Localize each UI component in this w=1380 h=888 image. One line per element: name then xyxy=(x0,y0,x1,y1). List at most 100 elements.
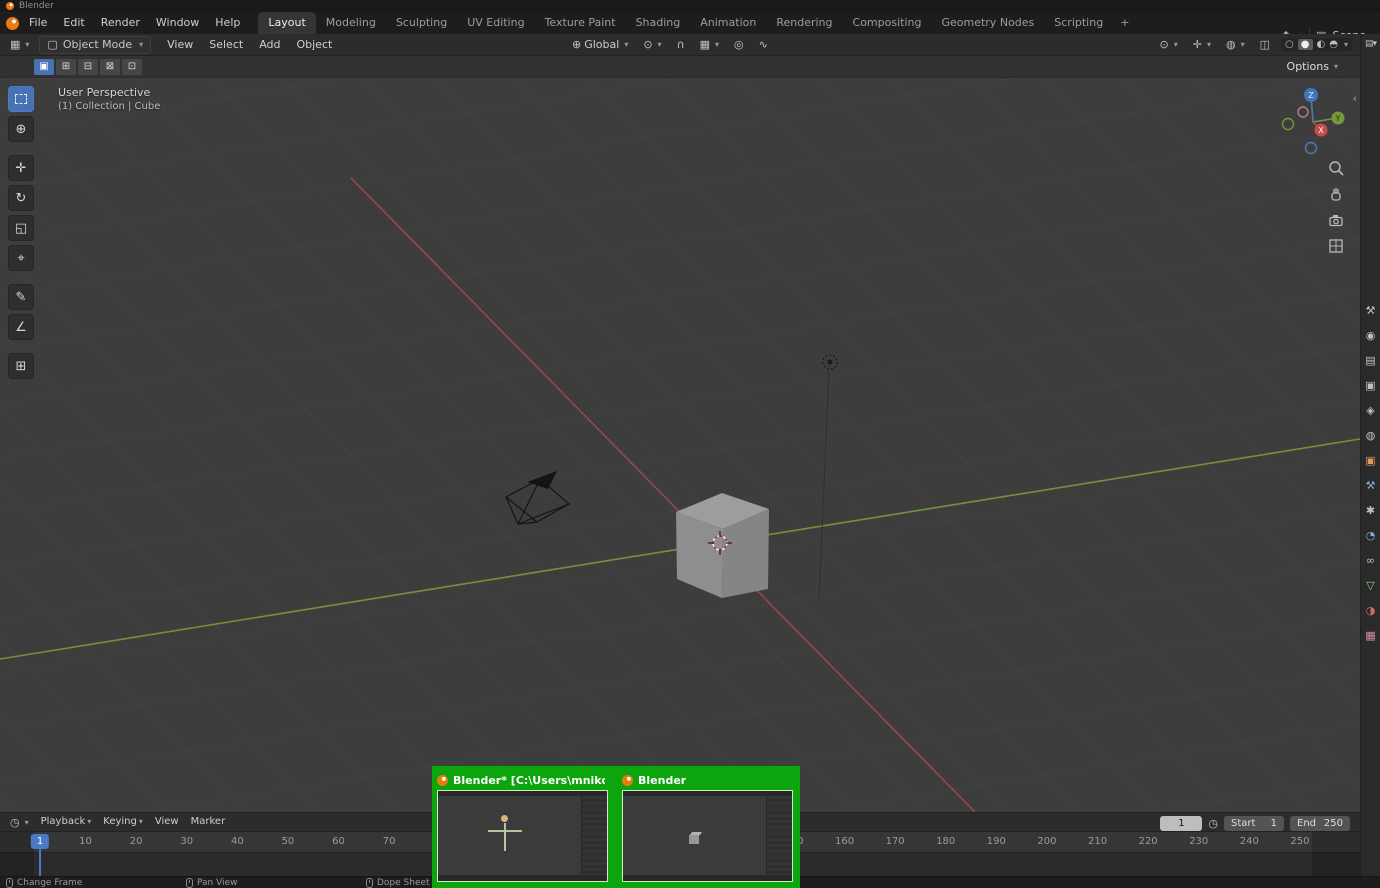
viewport-menu-select[interactable]: Select xyxy=(201,34,251,56)
tool-scale-button[interactable]: ◱ xyxy=(8,215,34,241)
properties-editor-strip[interactable]: ▤▾ ⚒ ◉ ▤ ▣ ◈ ◍ ▣ ⚒ ✱ ◔ ∞ ▽ ◑ ▦ xyxy=(1360,34,1380,876)
zoom-icon[interactable] xyxy=(1325,157,1347,179)
snap-toggle[interactable]: ∩ xyxy=(673,36,689,54)
proportional-editing-toggle[interactable]: ◎ xyxy=(730,36,748,54)
select-mode-set-button[interactable]: ▣ xyxy=(34,59,54,75)
taskbar-preview-thumbnail[interactable] xyxy=(437,790,608,882)
menu-help[interactable]: Help xyxy=(207,16,248,29)
properties-tab-physics[interactable]: ◔ xyxy=(1366,529,1376,542)
camera-object[interactable] xyxy=(506,471,569,524)
tool-move-button[interactable]: ✛ xyxy=(8,155,34,181)
workspace-tab-animation[interactable]: Animation xyxy=(690,12,766,34)
workspace-tab-rendering[interactable]: Rendering xyxy=(766,12,842,34)
region-collapse-arrow[interactable]: ‹ xyxy=(1353,92,1357,105)
viewport-menu-object[interactable]: Object xyxy=(288,34,340,56)
shading-solid-button[interactable]: ● xyxy=(1298,39,1313,50)
properties-tab-render[interactable]: ◉ xyxy=(1366,329,1376,342)
properties-tab-output[interactable]: ▤ xyxy=(1365,354,1375,367)
visibility-dropdown[interactable]: ⊙ ▾ xyxy=(1156,36,1182,54)
axis-x-negative[interactable] xyxy=(1298,107,1308,117)
workspace-tab-shading[interactable]: Shading xyxy=(626,12,691,34)
select-mode-extend-button[interactable]: ⊞ xyxy=(56,59,76,75)
workspace-tab-scripting[interactable]: Scripting xyxy=(1044,12,1113,34)
timeline-editor-type-dropdown[interactable]: ◷ ▾ xyxy=(6,813,33,831)
options-dropdown[interactable]: Options ▾ xyxy=(1287,60,1338,73)
blender-menu-icon[interactable] xyxy=(6,17,19,30)
timeline-menu-playback[interactable]: Playback▾ xyxy=(35,812,98,832)
properties-tab-modifiers[interactable]: ⚒ xyxy=(1366,479,1376,492)
auto-keying-clock-icon[interactable]: ◷ xyxy=(1208,817,1218,830)
workspace-tab-texture-paint[interactable]: Texture Paint xyxy=(535,12,626,34)
tool-add-cube-button[interactable]: ⊞ xyxy=(8,353,34,379)
properties-tab-world[interactable]: ◍ xyxy=(1366,429,1376,442)
workspace-tab-sculpting[interactable]: Sculpting xyxy=(386,12,457,34)
properties-tab-material[interactable]: ◑ xyxy=(1366,604,1376,617)
properties-editor-icon[interactable]: ▤▾ xyxy=(1361,39,1380,49)
pan-hand-icon[interactable] xyxy=(1325,183,1347,205)
playhead-frame-indicator[interactable]: 1 xyxy=(31,834,49,849)
workspace-tab-layout[interactable]: Layout xyxy=(258,12,315,34)
viewport-menu-add[interactable]: Add xyxy=(251,34,288,56)
navigation-gizmo[interactable]: Z Y X xyxy=(1280,86,1346,156)
tool-select-box-button[interactable] xyxy=(8,86,34,112)
chevron-down-icon[interactable]: ▾ xyxy=(1344,40,1348,49)
timeline-menu-keying[interactable]: Keying▾ xyxy=(97,812,149,832)
properties-tab-object-data[interactable]: ▽ xyxy=(1366,579,1374,592)
properties-tab-view-layer[interactable]: ▣ xyxy=(1365,379,1375,392)
menu-edit[interactable]: Edit xyxy=(55,16,92,29)
taskbar-preview-popup[interactable]: Blender* [C:\Users\mniko\Dow...Blender xyxy=(432,766,800,888)
shading-material-button[interactable]: ◐ xyxy=(1317,39,1326,50)
viewport-3d[interactable]: User Perspective (1) Collection | Cube ⊕… xyxy=(0,78,1360,812)
taskbar-preview-card[interactable]: Blender* [C:\Users\mniko\Dow... xyxy=(437,772,609,884)
properties-tab-texture[interactable]: ▦ xyxy=(1365,629,1375,642)
playhead-line[interactable] xyxy=(39,849,41,876)
viewport-canvas[interactable] xyxy=(0,78,1360,812)
add-workspace-button[interactable]: + xyxy=(1113,12,1136,34)
gizmos-dropdown[interactable]: ✛ ▾ xyxy=(1189,36,1215,54)
proportional-falloff-dropdown[interactable]: ∿ xyxy=(755,36,772,54)
transform-orientation-dropdown[interactable]: ⊕ Global ▾ xyxy=(568,36,632,54)
ruler-tick-180: 180 xyxy=(936,836,955,847)
shading-wireframe-button[interactable]: ○ xyxy=(1285,39,1294,50)
snap-settings-dropdown[interactable]: ▦ ▾ xyxy=(696,36,723,54)
shading-rendered-button[interactable]: ◓ xyxy=(1329,39,1338,50)
frame-start-field[interactable]: Start 1 xyxy=(1224,816,1284,831)
workspace-tab-compositing[interactable]: Compositing xyxy=(843,12,932,34)
workspace-tab-uv-editing[interactable]: UV Editing xyxy=(457,12,534,34)
properties-tab-tool[interactable]: ⚒ xyxy=(1366,304,1376,317)
taskbar-preview-card[interactable]: Blender xyxy=(622,772,794,884)
menu-window[interactable]: Window xyxy=(148,16,207,29)
menu-render[interactable]: Render xyxy=(93,16,148,29)
current-frame-field[interactable]: 1 xyxy=(1160,816,1202,831)
select-mode-invert-button[interactable]: ⊠ xyxy=(100,59,120,75)
mode-selector[interactable]: ▢ Object Mode ▾ xyxy=(39,36,151,54)
properties-tab-particles[interactable]: ✱ xyxy=(1366,504,1375,517)
camera-view-icon[interactable] xyxy=(1325,209,1347,231)
axis-y-negative[interactable] xyxy=(1283,119,1294,130)
taskbar-preview-thumbnail[interactable] xyxy=(622,790,793,882)
axis-z-negative[interactable] xyxy=(1306,143,1317,154)
tool-rotate-button[interactable]: ↻ xyxy=(8,185,34,211)
select-mode-intersect-button[interactable]: ⊡ xyxy=(122,59,142,75)
menu-file[interactable]: File xyxy=(21,16,55,29)
workspace-tab-geometry-nodes[interactable]: Geometry Nodes xyxy=(931,12,1044,34)
cube-object[interactable] xyxy=(676,493,769,598)
select-mode-subtract-button[interactable]: ⊟ xyxy=(78,59,98,75)
tool-measure-button[interactable]: ∠ xyxy=(8,314,34,340)
timeline-menu-view[interactable]: View xyxy=(149,812,185,832)
editor-type-dropdown[interactable]: ▦ ▾ xyxy=(6,36,33,54)
tool-annotate-button[interactable]: ✎ xyxy=(8,284,34,310)
properties-tab-object[interactable]: ▣ xyxy=(1365,454,1375,467)
overlays-dropdown[interactable]: ◍ ▾ xyxy=(1222,36,1249,54)
pivot-point-dropdown[interactable]: ⊙ ▾ xyxy=(639,36,665,54)
timeline-menu-marker[interactable]: Marker xyxy=(185,812,232,832)
frame-end-field[interactable]: End 250 xyxy=(1290,816,1350,831)
toggle-ortho-icon[interactable] xyxy=(1325,235,1347,257)
properties-tab-constraints[interactable]: ∞ xyxy=(1366,554,1375,567)
tool-transform-button[interactable]: ⌖ xyxy=(8,245,34,271)
viewport-menu-view[interactable]: View xyxy=(159,34,201,56)
properties-tab-scene[interactable]: ◈ xyxy=(1366,404,1374,417)
tool-cursor-button[interactable]: ⊕ xyxy=(8,116,34,142)
workspace-tab-modeling[interactable]: Modeling xyxy=(316,12,386,34)
xray-toggle[interactable]: ◫ xyxy=(1256,36,1274,54)
